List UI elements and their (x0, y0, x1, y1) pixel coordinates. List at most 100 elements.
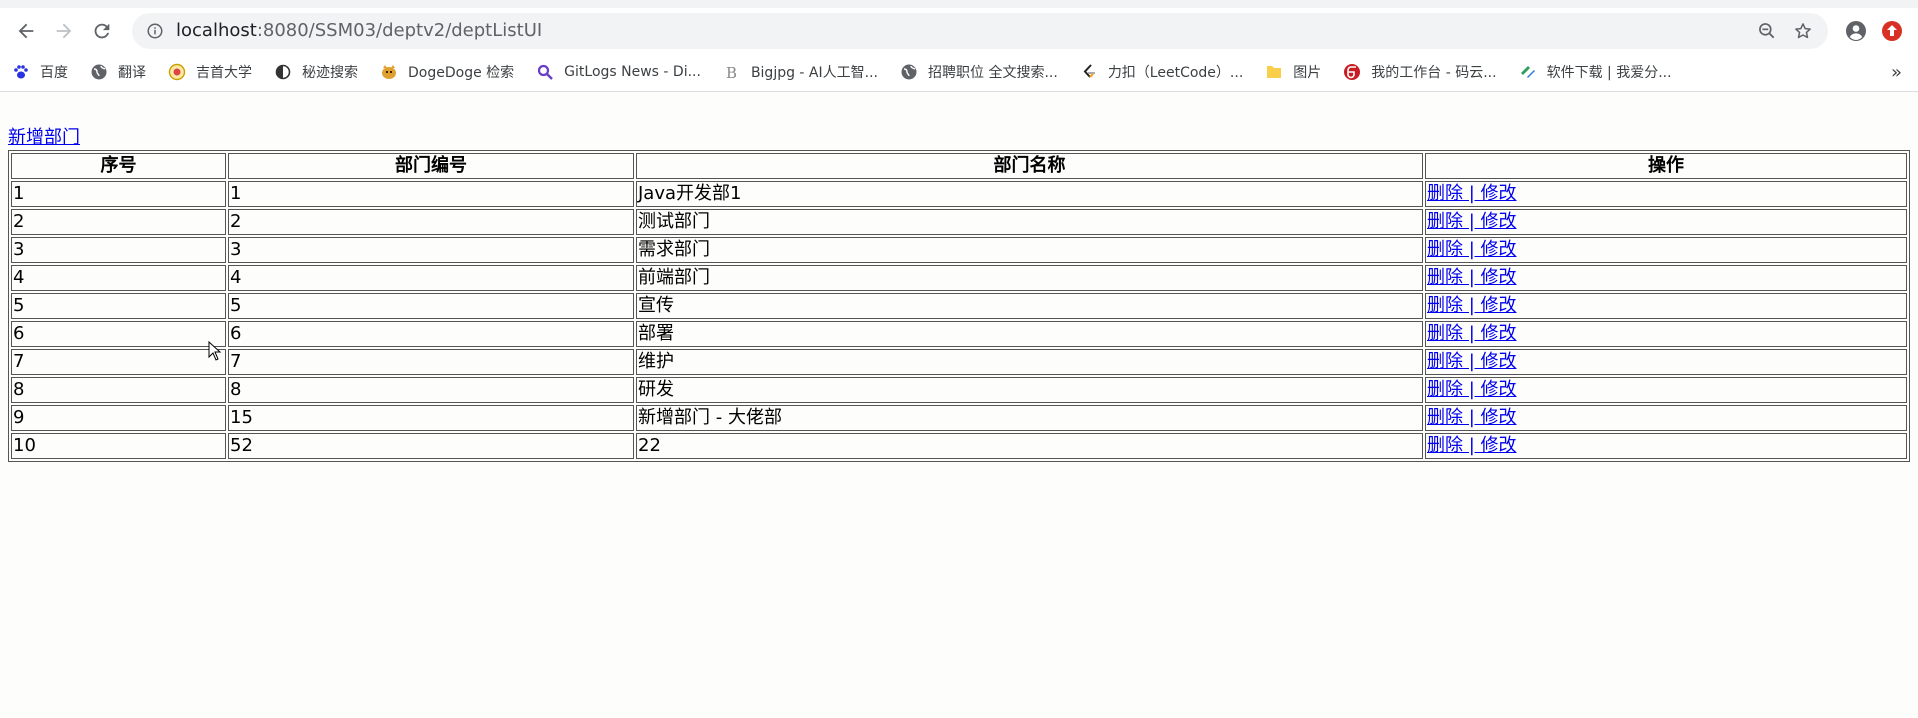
action-separator: | (1463, 407, 1481, 428)
table-row: 10 52 22 删除 | 修改 (11, 433, 1907, 459)
info-icon[interactable] (146, 22, 164, 40)
row-action-link[interactable]: 删除 | 修改 (1427, 211, 1517, 232)
action-separator: | (1463, 239, 1481, 260)
header-actions: 操作 (1425, 153, 1907, 179)
edit-link[interactable]: 修改 (1481, 323, 1517, 344)
folder-icon (1265, 63, 1283, 81)
row-action-link[interactable]: 删除 | 修改 (1427, 239, 1517, 260)
forward-button[interactable] (46, 13, 82, 49)
dept-no-cell: 4 (228, 265, 634, 291)
row-action-link[interactable]: 删除 | 修改 (1427, 323, 1517, 344)
bookmark-label: 力扣（LeetCode）... (1107, 65, 1244, 81)
bookmark-item[interactable]: B Bigjpg - AI人工智... (723, 62, 878, 82)
delete-link[interactable]: 删除 (1427, 295, 1463, 316)
bookmark-item[interactable]: DogeDoge 检索 (380, 62, 514, 82)
dept-name-cell: 测试部门 (636, 209, 1423, 235)
bookmark-label: 我的工作台 - 码云... (1371, 65, 1497, 81)
edit-link[interactable]: 修改 (1481, 267, 1517, 288)
row-action-link[interactable]: 删除 | 修改 (1427, 295, 1517, 316)
edit-link[interactable]: 修改 (1481, 211, 1517, 232)
row-action-link[interactable]: 删除 | 修改 (1427, 407, 1517, 428)
row-action-link[interactable]: 删除 | 修改 (1427, 267, 1517, 288)
address-bar[interactable]: localhost:8080/SSM03/deptv2/deptListUI (132, 12, 1828, 49)
bookmark-item[interactable]: 我的工作台 - 码云... (1343, 62, 1497, 82)
bookmark-item[interactable]: 软件下载 | 我爱分... (1519, 62, 1672, 82)
delete-link[interactable]: 删除 (1427, 239, 1463, 260)
actions-cell: 删除 | 修改 (1425, 237, 1907, 263)
edit-link[interactable]: 修改 (1481, 379, 1517, 400)
edit-link[interactable]: 修改 (1481, 239, 1517, 260)
bookmark-item[interactable]: 翻译 (90, 62, 146, 82)
table-row: 1 1 Java开发部1 删除 | 修改 (11, 181, 1907, 207)
globe-icon (90, 63, 108, 81)
dept-no-cell: 2 (228, 209, 634, 235)
doge-icon (380, 63, 398, 81)
update-arrow-icon (1882, 20, 1902, 41)
edit-link[interactable]: 修改 (1481, 295, 1517, 316)
row-action-link[interactable]: 删除 | 修改 (1427, 379, 1517, 400)
dept-name-cell: 宣传 (636, 293, 1423, 319)
dept-no-cell: 1 (228, 181, 634, 207)
bookmark-star-button[interactable] (1788, 16, 1818, 46)
profile-button[interactable] (1838, 13, 1874, 49)
index-cell: 5 (11, 293, 226, 319)
bookmark-item[interactable]: 图片 (1265, 62, 1321, 82)
star-icon (1795, 22, 1811, 38)
edit-link[interactable]: 修改 (1481, 351, 1517, 372)
delete-link[interactable]: 删除 (1427, 379, 1463, 400)
actions-cell: 删除 | 修改 (1425, 349, 1907, 375)
table-row: 4 4 前端部门 删除 | 修改 (11, 265, 1907, 291)
zoom-button[interactable] (1752, 16, 1782, 46)
delete-link[interactable]: 删除 (1427, 435, 1463, 456)
header-index: 序号 (11, 153, 226, 179)
gitee-icon (1343, 63, 1361, 81)
delete-link[interactable]: 删除 (1427, 183, 1463, 204)
bookmark-item[interactable]: GitLogs News - Di... (536, 63, 701, 81)
bookmark-label: GitLogs News - Di... (564, 64, 701, 80)
actions-cell: 删除 | 修改 (1425, 181, 1907, 207)
row-action-link[interactable]: 删除 | 修改 (1427, 351, 1517, 372)
row-action-link[interactable]: 删除 | 修改 (1427, 435, 1517, 456)
delete-link[interactable]: 删除 (1427, 323, 1463, 344)
dept-no-cell: 3 (228, 237, 634, 263)
delete-link[interactable]: 删除 (1427, 267, 1463, 288)
actions-cell: 删除 | 修改 (1425, 321, 1907, 347)
action-separator: | (1463, 267, 1481, 288)
row-action-link[interactable]: 删除 | 修改 (1427, 183, 1517, 204)
bookmarks-overflow-button[interactable]: » (1891, 62, 1902, 83)
reload-button[interactable] (84, 13, 120, 49)
url-host: localhost (176, 20, 257, 41)
index-cell: 7 (11, 349, 226, 375)
dept-name-cell: 需求部门 (636, 237, 1423, 263)
bookmark-item[interactable]: 力扣（LeetCode）... (1080, 62, 1243, 82)
arrow-right-icon (56, 23, 72, 38)
url-text[interactable]: localhost:8080/SSM03/deptv2/deptListUI (176, 20, 1746, 41)
bookmark-label: Bigjpg - AI人工智... (750, 65, 878, 81)
back-button[interactable] (8, 13, 44, 49)
actions-cell: 删除 | 修改 (1425, 405, 1907, 431)
bookmark-label: 翻译 (118, 65, 146, 81)
edit-link[interactable]: 修改 (1481, 435, 1517, 456)
add-department-link[interactable]: 新增部门 (8, 128, 80, 148)
dept-name-cell: 部署 (636, 321, 1423, 347)
dept-name-cell: 研发 (636, 377, 1423, 403)
action-separator: | (1463, 211, 1481, 232)
update-button[interactable] (1874, 13, 1910, 49)
bookmark-label: 吉首大学 (196, 65, 252, 81)
zoom-out-icon (1759, 22, 1775, 38)
dept-no-cell: 7 (228, 349, 634, 375)
edit-link[interactable]: 修改 (1481, 407, 1517, 428)
action-separator: | (1463, 323, 1481, 344)
bookmark-item[interactable]: 招聘职位 全文搜索... (900, 62, 1058, 82)
delete-link[interactable]: 删除 (1427, 211, 1463, 232)
bookmark-item[interactable]: 百度 (12, 62, 68, 82)
bookmark-item[interactable]: 秘迹搜索 (274, 62, 358, 82)
bookmarks-bar: 百度 翻译 吉首大学 秘迹搜索 DogeDoge 检索 GitLogs News - Di… (0, 53, 1918, 92)
bookmark-label: DogeDoge 检索 (408, 65, 515, 81)
university-logo-icon (168, 63, 186, 81)
delete-link[interactable]: 删除 (1427, 351, 1463, 372)
dept-name-cell: 22 (636, 433, 1423, 459)
edit-link[interactable]: 修改 (1481, 183, 1517, 204)
bookmark-item[interactable]: 吉首大学 (168, 62, 252, 82)
delete-link[interactable]: 删除 (1427, 407, 1463, 428)
